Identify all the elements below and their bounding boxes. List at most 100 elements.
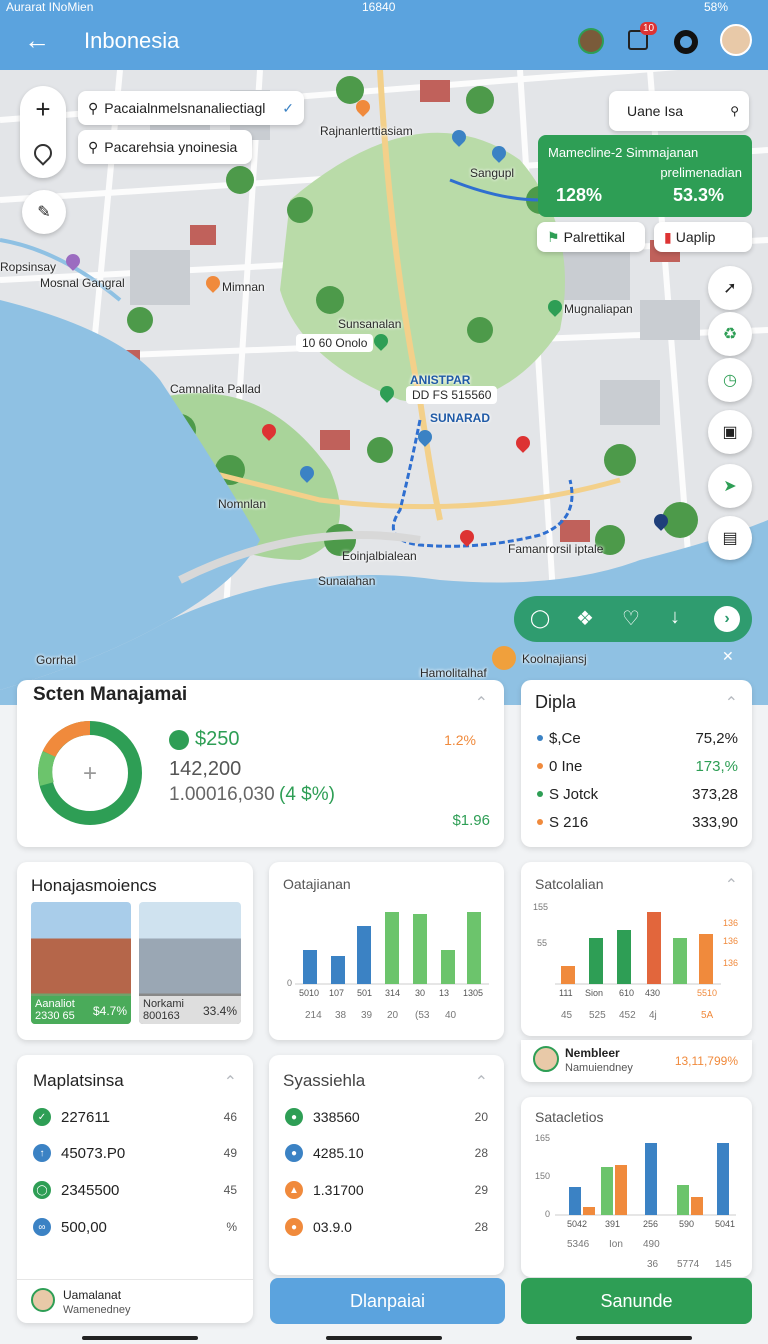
member-card[interactable]: Nembleer Namuiendney 13,11,799% (521, 1040, 752, 1082)
bar (583, 1207, 595, 1215)
list-item-label: 4285.10 (313, 1145, 364, 1161)
heart-icon[interactable]: ♡ (622, 606, 640, 631)
clock-icon: ◷ (723, 372, 737, 389)
sub-label: 40 (445, 1010, 457, 1021)
bookmark-icon: ▮ (664, 228, 672, 245)
grid-icon[interactable]: ❖ (576, 606, 594, 631)
footer-user[interactable]: Uamalanat Wamenedney (17, 1279, 253, 1323)
y-zero-label: 0 (287, 978, 292, 988)
dipla-value: 333,90 (692, 813, 738, 831)
pencil-icon: ✎ (37, 204, 51, 221)
chevron-up-icon[interactable]: ⌃ (475, 696, 488, 712)
bar (331, 956, 345, 984)
list-item-label: 338560 (313, 1109, 360, 1125)
user-avatar[interactable] (720, 24, 752, 56)
profile-avatar-small[interactable] (578, 28, 604, 54)
list-item-label: 2345500 (61, 1181, 120, 1199)
list-item[interactable]: ◯ 2345500 45 (33, 1178, 237, 1202)
sanunde-button[interactable]: Sanunde (521, 1278, 752, 1324)
x-tick: 430 (645, 988, 660, 998)
management-panel: Scten Manajamai ⌃ + $250 1.2% 142,200 1.… (17, 680, 504, 847)
recycle-tool-button[interactable]: ♻ (708, 312, 752, 356)
satcolalian-panel: Satcolalian ⌃ 155 55 136 136 136 111 Sio… (521, 862, 752, 1036)
bullet-dot (537, 791, 543, 797)
x-tick: 1305 (463, 988, 483, 998)
status-time: 16840 (362, 0, 396, 14)
locate-icon[interactable] (30, 140, 56, 166)
stats-popup-value-right: 53.3% (672, 185, 724, 205)
oatajianan-panel: Oatajianan 0 5010 107 501 314 30 13 1305… (269, 862, 504, 1040)
property-2-label: Norkami (143, 998, 184, 1010)
x-tick: 590 (679, 1219, 694, 1229)
dollar-badge-icon (169, 730, 189, 750)
map-label: Camnalita Pallad (170, 382, 261, 396)
share-icon[interactable]: ◯ (530, 608, 550, 629)
map-label: Mimnan (222, 280, 265, 294)
zoom-in-button[interactable]: + (20, 86, 66, 132)
chevron-up-icon[interactable]: ⌃ (475, 1075, 488, 1091)
dlanpaiai-button[interactable]: Dlanpaiai (270, 1278, 505, 1324)
dipla-value: 173,% (695, 757, 738, 775)
x-tick: 13 (439, 988, 449, 998)
chevron-up-icon[interactable]: ⌃ (224, 1075, 237, 1091)
secondary-search-value: Pacarehsia ynoinesia (104, 139, 238, 155)
status-dot-icon: ● (285, 1108, 303, 1126)
secondary-search-input[interactable]: ⚲ Pacarehsia ynoinesia (78, 130, 252, 164)
list-item[interactable]: ● 4285.10 28 (285, 1141, 488, 1165)
send-icon: ➤ (723, 478, 737, 495)
sub-label: 38 (335, 1010, 347, 1021)
dipla-label: S Jotck (549, 785, 599, 803)
timer-tool-button[interactable]: ◷ (708, 358, 752, 402)
stats-popup-card[interactable]: Mamecline-2 Simmajanan prelimenadian 128… (538, 135, 752, 217)
x-tick: Sion (585, 988, 603, 998)
x-tick: 314 (385, 988, 400, 998)
dipla-row: S 216 333,90 (537, 810, 738, 834)
pin-tool-button[interactable]: ➚ (708, 266, 752, 310)
list-item[interactable]: ✓ 227611 46 (33, 1105, 237, 1129)
list-item[interactable]: ● 338560 20 (285, 1105, 488, 1129)
list-item[interactable]: ∞ 500,00% (33, 1215, 237, 1239)
collapse-icon[interactable]: ✕ (722, 648, 734, 665)
bar (601, 1167, 613, 1215)
update-button-label: Uaplip (675, 229, 716, 245)
list-item[interactable]: ▲ 1.31700 29 (285, 1178, 488, 1202)
orange-badge-icon[interactable] (492, 646, 516, 670)
map-label: Ropsinsay (0, 260, 57, 274)
app-header: ← Inbonesia 10 (0, 14, 768, 70)
property-image-2[interactable]: Norkami 800163 33.4% (139, 902, 241, 1024)
flag-icon: ⚑ (547, 228, 560, 245)
bar (561, 966, 575, 984)
bar (717, 1143, 729, 1215)
draw-tool-button[interactable]: ✎ (22, 190, 66, 234)
bar (303, 950, 317, 984)
settings-gear-icon[interactable] (674, 30, 698, 54)
nav-indicator (576, 1336, 692, 1340)
list-item[interactable]: ↑ 45073.P0 49 (33, 1141, 237, 1165)
right-label: 136 (723, 936, 738, 946)
bar (569, 1187, 581, 1215)
property-image-1[interactable]: Aanaliot 2330 65 $4.7% (31, 902, 131, 1024)
layers-tool-button[interactable]: ▤ (708, 516, 752, 560)
layers-icon: ▤ (722, 530, 738, 547)
property-1-sub: 2330 65 (35, 1010, 75, 1022)
update-button[interactable]: ▮ Uaplip (654, 222, 752, 252)
chevron-up-icon[interactable]: ⌃ (725, 696, 738, 712)
down-arrow-icon[interactable]: ↓ (670, 606, 680, 629)
y-zero-label: 0 (545, 1209, 550, 1219)
send-tool-button[interactable]: ➤ (708, 464, 752, 508)
list-item-label: 500,00 (61, 1218, 107, 1236)
right-search-input[interactable]: Uane Isa ⚲ (609, 91, 749, 131)
sub-label: 4j (649, 1010, 657, 1021)
search-input[interactable]: ⚲ Pacaialnmelsnanaliectiagl ✓ (78, 91, 304, 125)
property-1-label: Aanaliot (35, 998, 75, 1010)
stats-popup-value-left: 128% (556, 185, 603, 205)
list-item[interactable]: ● 03.9.0 28 (285, 1215, 488, 1239)
status-dot-icon: ● (285, 1144, 303, 1162)
political-button[interactable]: ⚑ Palrettikal (537, 222, 645, 252)
back-arrow-icon[interactable]: ← (24, 26, 50, 54)
status-dot-icon: ▲ (285, 1181, 303, 1199)
next-arrow-icon[interactable]: › (714, 606, 740, 632)
map-label-bold: SUNARAD (430, 411, 490, 425)
note-tool-button[interactable]: ▣ (708, 410, 752, 454)
map-label: Sunaiahan (318, 574, 376, 588)
